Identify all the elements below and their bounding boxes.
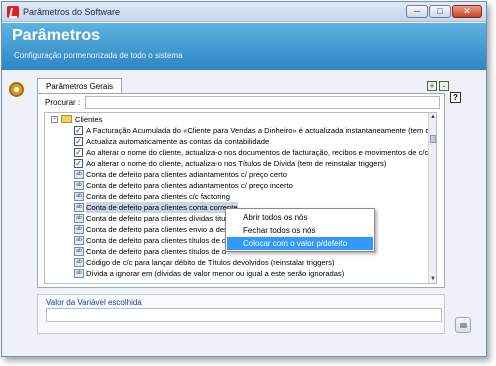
add-tab-button[interactable]: +	[427, 81, 437, 91]
tree-item[interactable]: ✓ Ao alterar o nome do cliente, actualiza…	[45, 147, 430, 158]
tree-item-label: Conta de defeito para clientes dívidas t…	[86, 214, 226, 223]
text-field-icon: ab	[74, 236, 84, 245]
tree-item[interactable]: ab Conta de defeito para clientes c/c fac…	[45, 191, 430, 202]
context-menu-item[interactable]: Fechar todos os nós	[227, 224, 373, 237]
remove-tab-button[interactable]: -	[439, 81, 449, 91]
help-button[interactable]: ?	[450, 92, 461, 103]
tree-item[interactable]: ab Dívida a ignorar em (dívidas de valor …	[45, 268, 430, 279]
minimize-button[interactable]: ─	[406, 5, 428, 18]
text-field-icon: ab	[74, 170, 84, 179]
tree-item-label: Conta de defeito para clientes títulos d…	[86, 236, 227, 245]
gear-icon	[9, 82, 24, 97]
collapse-icon[interactable]: -	[51, 116, 58, 123]
value-panel-title: Valor da Variável escolhida	[46, 298, 142, 307]
tree-item-label: Conta de defeito para clientes envio a d…	[86, 225, 228, 234]
search-input[interactable]	[85, 96, 440, 109]
variable-value-input[interactable]	[46, 308, 442, 322]
scroll-down-icon[interactable]: ▼	[429, 275, 436, 283]
context-menu: Abrir todos os nós Fechar todos os nós Col…	[225, 208, 375, 252]
tree-item[interactable]: ab Código de c/c para lançar débito de Tí…	[45, 257, 430, 268]
context-menu-item[interactable]: Colocar com o valor p/defeito	[227, 237, 373, 250]
tree-folder-label: Clientes	[75, 115, 103, 124]
checkbox[interactable]: ✓	[74, 159, 83, 168]
tree-item-label: Conta de defeito para clientes c/c facto…	[86, 192, 230, 201]
text-field-icon: ab	[74, 214, 84, 223]
tree-item[interactable]: ✓ A Facturação Acumulada do «Cliente para…	[45, 125, 434, 136]
checkbox[interactable]: ✓	[74, 137, 83, 146]
tree-item-label: Código de c/c para lançar débito de Títu…	[86, 258, 335, 267]
text-field-icon: ab	[74, 247, 84, 256]
tree-item[interactable]: ab Conta de defeito para clientes adianta…	[45, 169, 430, 180]
search-label: Procurar :	[45, 98, 81, 107]
window-title: Parâmetros do Software	[23, 7, 121, 17]
tree-item-label: Actualiza automaticamente as contas da c…	[86, 137, 270, 146]
folder-icon	[61, 115, 72, 123]
tree-item-label: Ao alterar o nome do cliente, actualiza-…	[86, 148, 429, 157]
checkbox[interactable]: ✓	[74, 148, 83, 157]
tree-item[interactable]: ✓ Ao alterar o nome do cliente, actualiza…	[45, 158, 430, 169]
close-button[interactable]: ✕	[452, 5, 482, 18]
checkbox[interactable]: ✓	[74, 126, 83, 135]
tree-item-label: Conta de defeito para clientes títulos d…	[86, 247, 227, 256]
text-field-icon: ab	[74, 258, 84, 267]
parameter-tree[interactable]: - Clientes ✓ A Facturação Acumulada do «C…	[44, 112, 437, 284]
tree-item[interactable]: ✓ Actualiza automaticamente as contas da …	[45, 136, 430, 147]
tree-item[interactable]: ab Conta de defeito para clientes adianta…	[45, 180, 430, 191]
text-field-icon: ab	[74, 269, 84, 278]
edit-value-button[interactable]	[455, 317, 471, 333]
tree-item-label: Conta de defeito para clientes adiantame…	[86, 181, 293, 190]
page-title: Parâmetros	[12, 27, 101, 44]
window-controls: ─ □ ✕	[406, 5, 482, 18]
tree-item-label: A Facturação Acumulada do «Cliente para …	[86, 126, 434, 135]
maximize-button[interactable]: □	[429, 5, 451, 18]
header-banner: Parâmetros Configuração pormenorizada de…	[2, 23, 486, 70]
tree-item-label: Conta de defeito para clientes adiantame…	[86, 170, 287, 179]
text-field-icon: ab	[74, 203, 84, 212]
scroll-up-icon[interactable]: ▲	[429, 113, 436, 121]
tree-folder-clientes[interactable]: - Clientes	[45, 114, 430, 125]
app-icon	[7, 6, 19, 18]
tree-item-label: Ao alterar o nome do cliente, actualiza-…	[86, 159, 387, 168]
title-bar[interactable]: Parâmetros do Software ─ □ ✕	[2, 2, 486, 22]
page-subtitle: Configuração pormenorizada de todo o sis…	[14, 51, 183, 60]
tree-item-label: Dívida a ignorar em (dívidas de valor me…	[86, 269, 345, 278]
tree-item-label: Conta de defeito para clientes conta cor…	[86, 202, 238, 213]
scroll-thumb[interactable]	[430, 135, 436, 143]
text-field-icon: ab	[74, 181, 84, 190]
context-menu-item[interactable]: Abrir todos os nós	[227, 211, 373, 224]
text-field-icon: ab	[74, 225, 84, 234]
text-field-icon: ab	[74, 192, 84, 201]
tree-scrollbar[interactable]: ▲ ▼	[428, 113, 436, 283]
tab-parametros-gerais[interactable]: Parâmetros Gerais	[37, 78, 123, 94]
